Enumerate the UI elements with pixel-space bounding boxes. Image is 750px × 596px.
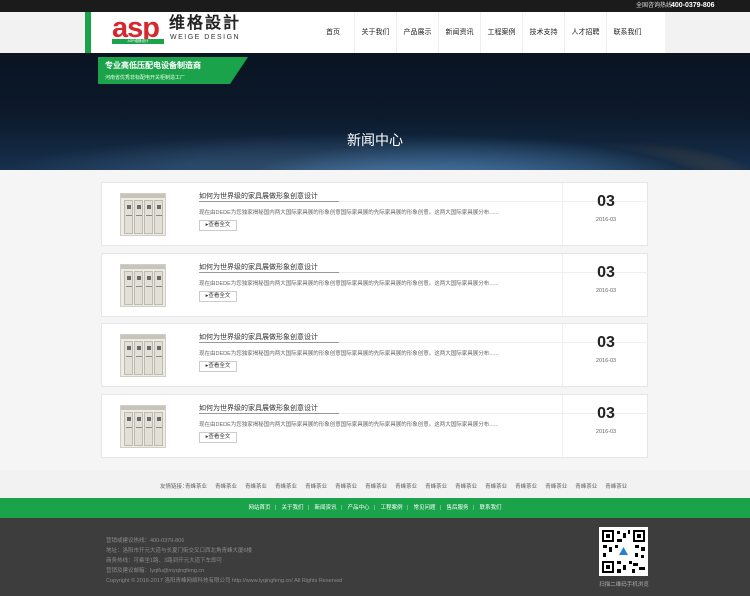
- news-month: 2016-03: [595, 358, 617, 364]
- footer-nav-contact[interactable]: 联系我们: [479, 505, 501, 511]
- friend-link[interactable]: 青峰茶业: [455, 482, 477, 490]
- nav-item-contact[interactable]: 联系我们: [606, 12, 648, 53]
- slogan: 专业高低压配电设备制造商: [105, 61, 201, 70]
- qr-caption: 扫描二维码手机浏览: [599, 582, 649, 588]
- news-day: 03: [597, 193, 615, 210]
- product-thumbnail[interactable]: [120, 264, 166, 307]
- news-month: 2016-03: [595, 429, 617, 435]
- friend-link[interactable]: 青峰茶业: [185, 482, 207, 490]
- nav-item-news[interactable]: 新闻资讯: [438, 12, 480, 53]
- news-day: 03: [597, 405, 615, 422]
- news-desc: 现在由DEDE为您独家揭秘国内两大国际家具展的形象创意国际家具展的先际家具展的形…: [199, 281, 499, 287]
- qr-code-icon: [599, 527, 648, 576]
- nav-item-home[interactable]: 首页: [312, 12, 354, 53]
- news-month: 2016-03: [595, 288, 617, 294]
- footer-nav-news[interactable]: 新闻资讯: [315, 505, 337, 511]
- footer-nav-products[interactable]: 产品中心: [348, 505, 370, 511]
- logo-en-name: WEIGE DESIGN: [170, 34, 241, 41]
- footer-nav-home[interactable]: 网站首页: [249, 505, 271, 511]
- friend-link[interactable]: 青峰茶业: [275, 482, 297, 490]
- friend-link[interactable]: 青峰茶业: [515, 482, 537, 490]
- read-more-button[interactable]: ▸查看全文: [199, 220, 237, 231]
- hotline: 全国咨询热线： 400-0379-806: [636, 0, 715, 12]
- news-card: 如何为世界级的家具展做形象创意设计 现在由DEDE为您独家揭秘国内两大国际家具展…: [101, 323, 649, 388]
- footer-nav: 网站首页 | 关于我们 | 新闻资讯 | 产品中心 | 工程案例 | 常见问题 | 售后服务…: [0, 498, 750, 518]
- news-title[interactable]: 如何为世界级的家具展做形象创意设计: [199, 262, 318, 272]
- footer-hotline: 营销或建议热线：400-0379-806: [106, 538, 185, 544]
- footer-nav-service[interactable]: 售后服务: [446, 505, 468, 511]
- news-title[interactable]: 如何为世界级的家具展做形象创意设计: [199, 191, 318, 201]
- logo-tagline: ASP维格设计: [112, 39, 164, 44]
- friend-link[interactable]: 青峰茶业: [305, 482, 327, 490]
- friend-link[interactable]: 青峰茶业: [575, 482, 597, 490]
- friend-link[interactable]: 青峰茶业: [485, 482, 507, 490]
- product-thumbnail[interactable]: [120, 193, 166, 236]
- friend-link[interactable]: 青峰茶业: [395, 482, 417, 490]
- friend-link[interactable]: 青峰茶业: [335, 482, 357, 490]
- nav-item-support[interactable]: 技术支持: [522, 12, 564, 53]
- footer-address: 地址：洛阳市开元大道与长夏门街交叉口西北角青峰大厦6楼: [106, 548, 253, 554]
- friend-link[interactable]: 青峰茶业: [245, 482, 267, 490]
- news-title[interactable]: 如何为世界级的家具展做形象创意设计: [199, 403, 318, 413]
- footer-nav-cases[interactable]: 工程案例: [380, 505, 402, 511]
- footer: 营销或建议热线：400-0379-806 地址：洛阳市开元大道与长夏门街交叉口西…: [0, 518, 750, 596]
- slogan-sub: 河南省优秀非标配电开关柜制造工厂: [105, 75, 186, 81]
- nav-item-about[interactable]: 关于我们: [354, 12, 396, 53]
- banner-title: 新闻中心: [347, 132, 403, 148]
- news-day: 03: [597, 264, 615, 281]
- top-strip: 全国咨询热线： 400-0379-806: [0, 0, 750, 12]
- read-more-button[interactable]: ▸查看全文: [199, 361, 237, 372]
- news-card: 如何为世界级的家具展做形象创意设计 现在由DEDE为您独家揭秘国内两大国际家具展…: [101, 394, 649, 459]
- nav-item-products[interactable]: 产品展示: [396, 12, 438, 53]
- footer-email: 营销及建议邮箱：lyqifu@myqingfeng.cn: [106, 568, 205, 574]
- footer-transit: 商务热线：可乘坐1路、3路到开元大道下车即可: [106, 558, 223, 564]
- product-thumbnail[interactable]: [120, 334, 166, 377]
- news-desc: 现在由DEDE为您独家揭秘国内两大国际家具展的形象创意国际家具展的先际家具展的形…: [199, 351, 499, 357]
- hotline-number: 400-0379-806: [670, 2, 715, 9]
- news-month: 2016-03: [595, 217, 617, 223]
- main-nav: 首页 关于我们 产品展示 新闻资讯 工程案例 技术支持 人才招聘 联系我们: [312, 12, 648, 53]
- read-more-button[interactable]: ▸查看全文: [199, 291, 237, 302]
- friend-link[interactable]: 青峰茶业: [605, 482, 627, 490]
- friend-links-list: 青峰茶业 青峰茶业 青峰茶业 青峰茶业 青峰茶业 青峰茶业 青峰茶业 青峰茶业 …: [185, 482, 635, 490]
- logo-cn-name: 维格設計: [169, 15, 242, 32]
- friend-link[interactable]: 青峰茶业: [425, 482, 447, 490]
- news-desc: 现在由DEDE为您独家揭秘国内两大国际家具展的形象创意国际家具展的先际家具展的形…: [199, 422, 499, 428]
- news-desc: 现在由DEDE为您独家揭秘国内两大国际家具展的形象创意国际家具展的先际家具展的形…: [199, 210, 499, 216]
- footer-nav-about[interactable]: 关于我们: [282, 505, 304, 511]
- header-accent: [85, 12, 91, 53]
- friend-link[interactable]: 青峰茶业: [215, 482, 237, 490]
- friend-link[interactable]: 青峰茶业: [545, 482, 567, 490]
- friend-links: 友情链接： 青峰茶业 青峰茶业 青峰茶业 青峰茶业 青峰茶业 青峰茶业 青峰茶业…: [0, 482, 750, 494]
- news-day: 03: [597, 334, 615, 351]
- footer-nav-faq[interactable]: 常见问题: [413, 505, 435, 511]
- nav-item-cases[interactable]: 工程案例: [480, 12, 522, 53]
- footer-copyright: Copyright © 2016-2017 洛阳青峰网络科技有限公司 http:…: [106, 578, 343, 584]
- news-card: 如何为世界级的家具展做形象创意设计 现在由DEDE为您独家揭秘国内两大国际家具展…: [101, 253, 649, 318]
- read-more-button[interactable]: ▸查看全文: [199, 432, 237, 443]
- nav-item-jobs[interactable]: 人才招聘: [564, 12, 606, 53]
- friend-links-label: 友情链接：: [160, 484, 188, 490]
- product-thumbnail[interactable]: [120, 405, 166, 448]
- friend-link[interactable]: 青峰茶业: [365, 482, 387, 490]
- news-card: 如何为世界级的家具展做形象创意设计 现在由DEDE为您独家揭秘国内两大国际家具展…: [101, 182, 649, 247]
- news-title[interactable]: 如何为世界级的家具展做形象创意设计: [199, 332, 318, 342]
